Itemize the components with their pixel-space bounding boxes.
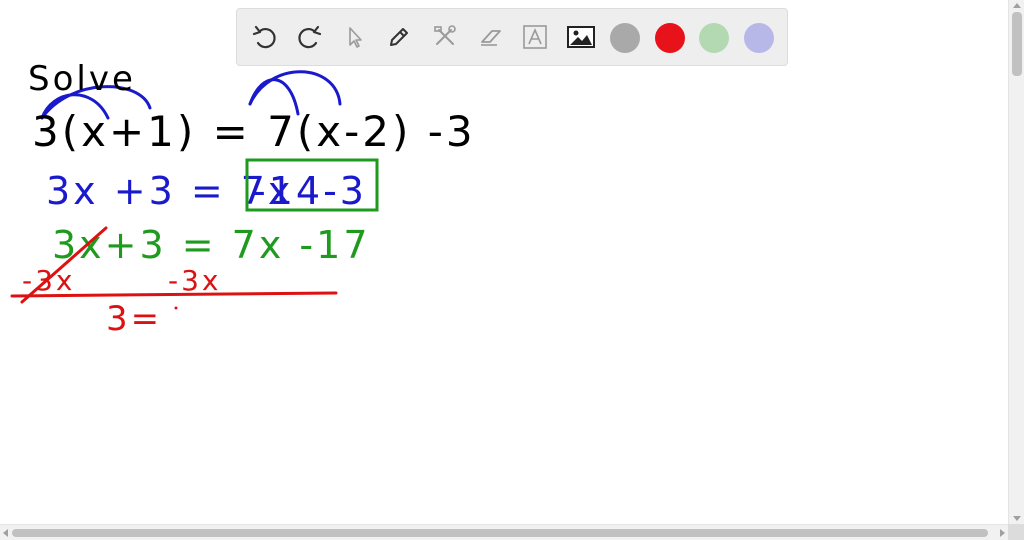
text-icon bbox=[523, 25, 547, 49]
tools-icon bbox=[434, 25, 456, 45]
eraser-icon bbox=[481, 30, 501, 46]
solve-label: Solve bbox=[28, 59, 136, 99]
undo-icon bbox=[252, 25, 276, 49]
color-swatch-lavender[interactable] bbox=[744, 23, 774, 53]
redo-icon bbox=[298, 25, 322, 49]
pen-icon bbox=[390, 28, 408, 46]
undo-button[interactable] bbox=[249, 21, 281, 53]
image-icon bbox=[567, 26, 595, 48]
image-tool[interactable] bbox=[565, 21, 597, 53]
tools-menu[interactable] bbox=[429, 21, 461, 53]
ink-layer: Solve 3(x+1) = 7(x-2) -3 3x +3 = 7x -14-… bbox=[10, 59, 476, 339]
select-cursor-icon bbox=[349, 27, 362, 48]
pen-tool[interactable] bbox=[383, 21, 415, 53]
scroll-left-icon[interactable] bbox=[3, 529, 8, 537]
scrollbar-corner bbox=[1008, 524, 1024, 540]
horizontal-scroll-thumb[interactable] bbox=[12, 529, 988, 537]
text-tool[interactable] bbox=[519, 21, 551, 53]
vertical-scroll-thumb[interactable] bbox=[1012, 12, 1022, 76]
result-line: 3= bbox=[106, 299, 162, 339]
horizontal-scrollbar[interactable] bbox=[0, 524, 1008, 540]
color-swatch-green[interactable] bbox=[699, 23, 729, 53]
step-2-line: 3x+3 = 7x -17 bbox=[52, 223, 371, 267]
pen-dot bbox=[174, 306, 178, 310]
scroll-right-icon[interactable] bbox=[1000, 529, 1005, 537]
whiteboard-canvas[interactable]: Solve 3(x+1) = 7(x-2) -3 3x +3 = 7x -14-… bbox=[0, 0, 1008, 524]
step-1-boxed: -14-3 bbox=[252, 169, 367, 213]
color-swatch-gray[interactable] bbox=[610, 23, 640, 53]
equation-line: 3(x+1) = 7(x-2) -3 bbox=[32, 107, 476, 156]
select-tool[interactable] bbox=[339, 21, 371, 53]
color-swatch-red[interactable] bbox=[655, 23, 685, 53]
redo-button[interactable] bbox=[293, 21, 325, 53]
subtract-left: -3x bbox=[22, 264, 76, 297]
drawing-toolbar bbox=[236, 8, 788, 66]
scroll-down-icon[interactable] bbox=[1013, 516, 1021, 521]
scroll-up-icon[interactable] bbox=[1013, 3, 1021, 8]
vertical-scrollbar[interactable] bbox=[1008, 0, 1024, 524]
eraser-tool[interactable] bbox=[475, 21, 507, 53]
subtract-right: -3x bbox=[168, 264, 222, 297]
